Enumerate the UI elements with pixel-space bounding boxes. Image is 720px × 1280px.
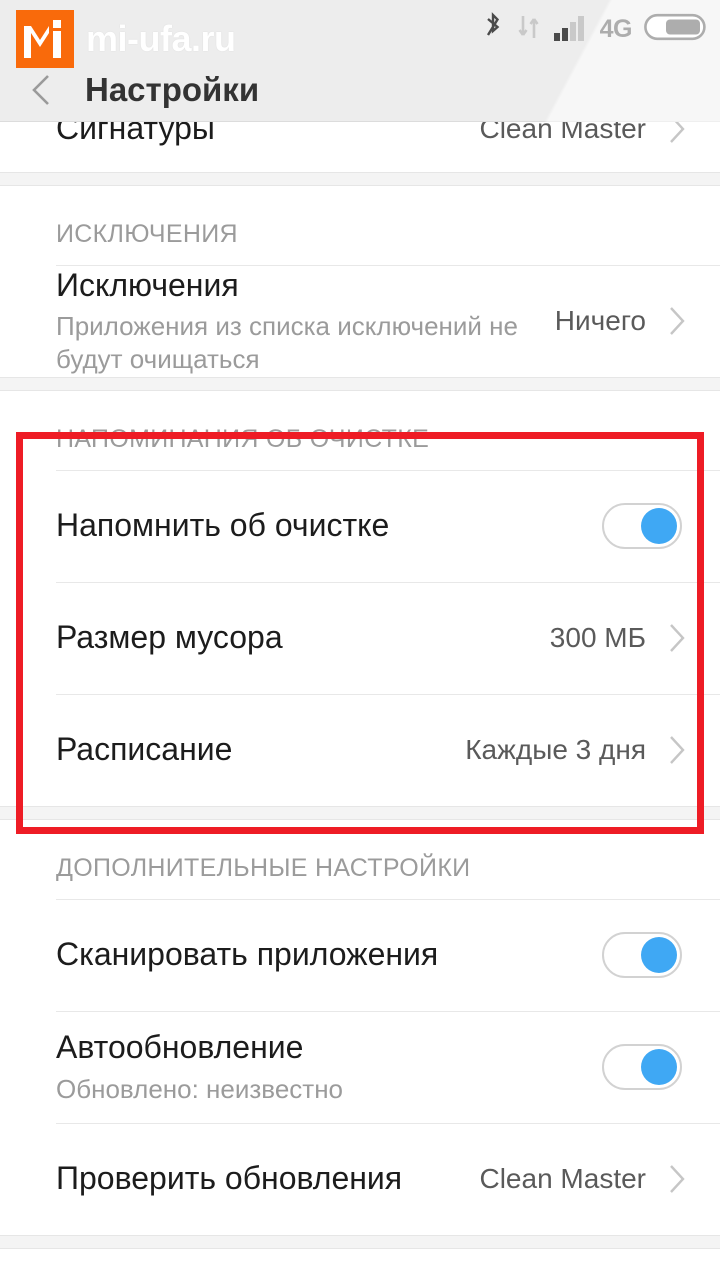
section-divider xyxy=(0,1235,720,1249)
chevron-right-icon xyxy=(666,304,688,338)
row-title: Исключения xyxy=(56,266,239,303)
row-title: Расписание xyxy=(56,731,233,768)
toggle-knob xyxy=(641,508,677,544)
list-item-remind-cleanup[interactable]: Напомнить об очистке xyxy=(0,470,720,582)
row-value: Каждые 3 дня xyxy=(465,734,646,765)
toggle-knob xyxy=(641,937,677,973)
toggle-scan-apps[interactable] xyxy=(602,932,682,978)
battery-icon xyxy=(644,12,706,47)
bluetooth-icon xyxy=(482,11,504,47)
chevron-right-icon xyxy=(666,733,688,767)
row-main: Проверить обновления xyxy=(56,1160,479,1198)
phone-screen: 4G Настройки mi-ufa.ru Сигнатуры Clean M… xyxy=(0,0,720,1280)
section-header-additional-settings: ДОПОЛНИТЕЛЬНЫЕ НАСТРОЙКИ xyxy=(56,854,471,882)
toggle-auto-update[interactable] xyxy=(602,1044,682,1090)
row-value: 300 МБ xyxy=(549,622,646,653)
signal-bars-icon xyxy=(553,13,588,46)
chevron-right-icon xyxy=(666,1162,688,1196)
list-item-junk-size[interactable]: Размер мусора 300 МБ xyxy=(0,582,720,694)
row-main: Напомнить об очистке xyxy=(56,507,602,545)
row-title: Сканировать приложения xyxy=(56,936,439,973)
row-title: Проверить обновления xyxy=(56,1160,403,1197)
row-main: Сканировать приложения xyxy=(56,936,602,974)
toggle-remind-cleanup[interactable] xyxy=(602,503,682,549)
row-subtitle: Обновлено: неизвестно xyxy=(56,1073,344,1104)
list-item-schedule[interactable]: Расписание Каждые 3 дня xyxy=(0,694,720,806)
section-header-exclusions: ИСКЛЮЧЕНИЯ xyxy=(56,220,238,248)
row-main: Сигнатуры xyxy=(56,122,479,148)
row-main: Автообновление Обновлено: неизвестно xyxy=(56,1029,602,1105)
section-divider xyxy=(0,172,720,186)
chevron-right-icon xyxy=(666,122,688,146)
row-value: Clean Master xyxy=(479,122,646,144)
chevron-right-icon xyxy=(666,621,688,655)
list-item-scan-apps[interactable]: Сканировать приложения xyxy=(0,899,720,1011)
settings-scroll-area[interactable]: Сигнатуры Clean Master ИСКЛЮЧЕНИЯ Исключ… xyxy=(0,122,720,1280)
network-type-label: 4G xyxy=(599,14,633,43)
row-title: Напомнить об очистке xyxy=(56,507,390,544)
section-divider xyxy=(0,377,720,391)
list-item-signatures[interactable]: Сигнатуры Clean Master xyxy=(0,122,720,172)
row-title: Автообновление xyxy=(56,1028,304,1065)
status-icon-group: 4G xyxy=(482,0,706,58)
back-arrow-icon[interactable] xyxy=(27,72,57,108)
section-exclusions: ИСКЛЮЧЕНИЯ Исключения Приложения из спис… xyxy=(0,186,720,377)
page-title: Настройки xyxy=(85,70,260,108)
section-header-cleanup-reminders: НАПОМИНАНИЯ ОБ ОЧИСТКЕ xyxy=(56,425,430,453)
list-item-auto-update[interactable]: Автообновление Обновлено: неизвестно xyxy=(0,1011,720,1123)
section-divider xyxy=(0,806,720,820)
row-value: Clean Master xyxy=(479,1163,646,1194)
row-subtitle: Приложения из списка исключений не будут… xyxy=(56,311,518,374)
list-item-check-updates[interactable]: Проверить обновления Clean Master xyxy=(0,1123,720,1235)
title-bar: Настройки xyxy=(0,58,720,122)
toggle-knob xyxy=(641,1049,677,1085)
section-cleanup-reminders: НАПОМИНАНИЯ ОБ ОЧИСТКЕ Напомнить об очис… xyxy=(0,391,720,806)
row-main: Размер мусора xyxy=(56,619,550,657)
row-main: Исключения Приложения из списка исключен… xyxy=(56,267,555,376)
row-title: Размер мусора xyxy=(56,619,283,656)
status-bar: 4G xyxy=(0,0,720,58)
data-transfer-icon xyxy=(516,13,542,46)
row-title: Сигнатуры xyxy=(56,122,215,147)
row-value: Ничего xyxy=(554,305,646,336)
section-additional-settings: ДОПОЛНИТЕЛЬНЫЕ НАСТРОЙКИ Сканировать при… xyxy=(0,820,720,1235)
row-main: Расписание xyxy=(56,731,465,769)
list-item-exclusions[interactable]: Исключения Приложения из списка исключен… xyxy=(0,265,720,377)
